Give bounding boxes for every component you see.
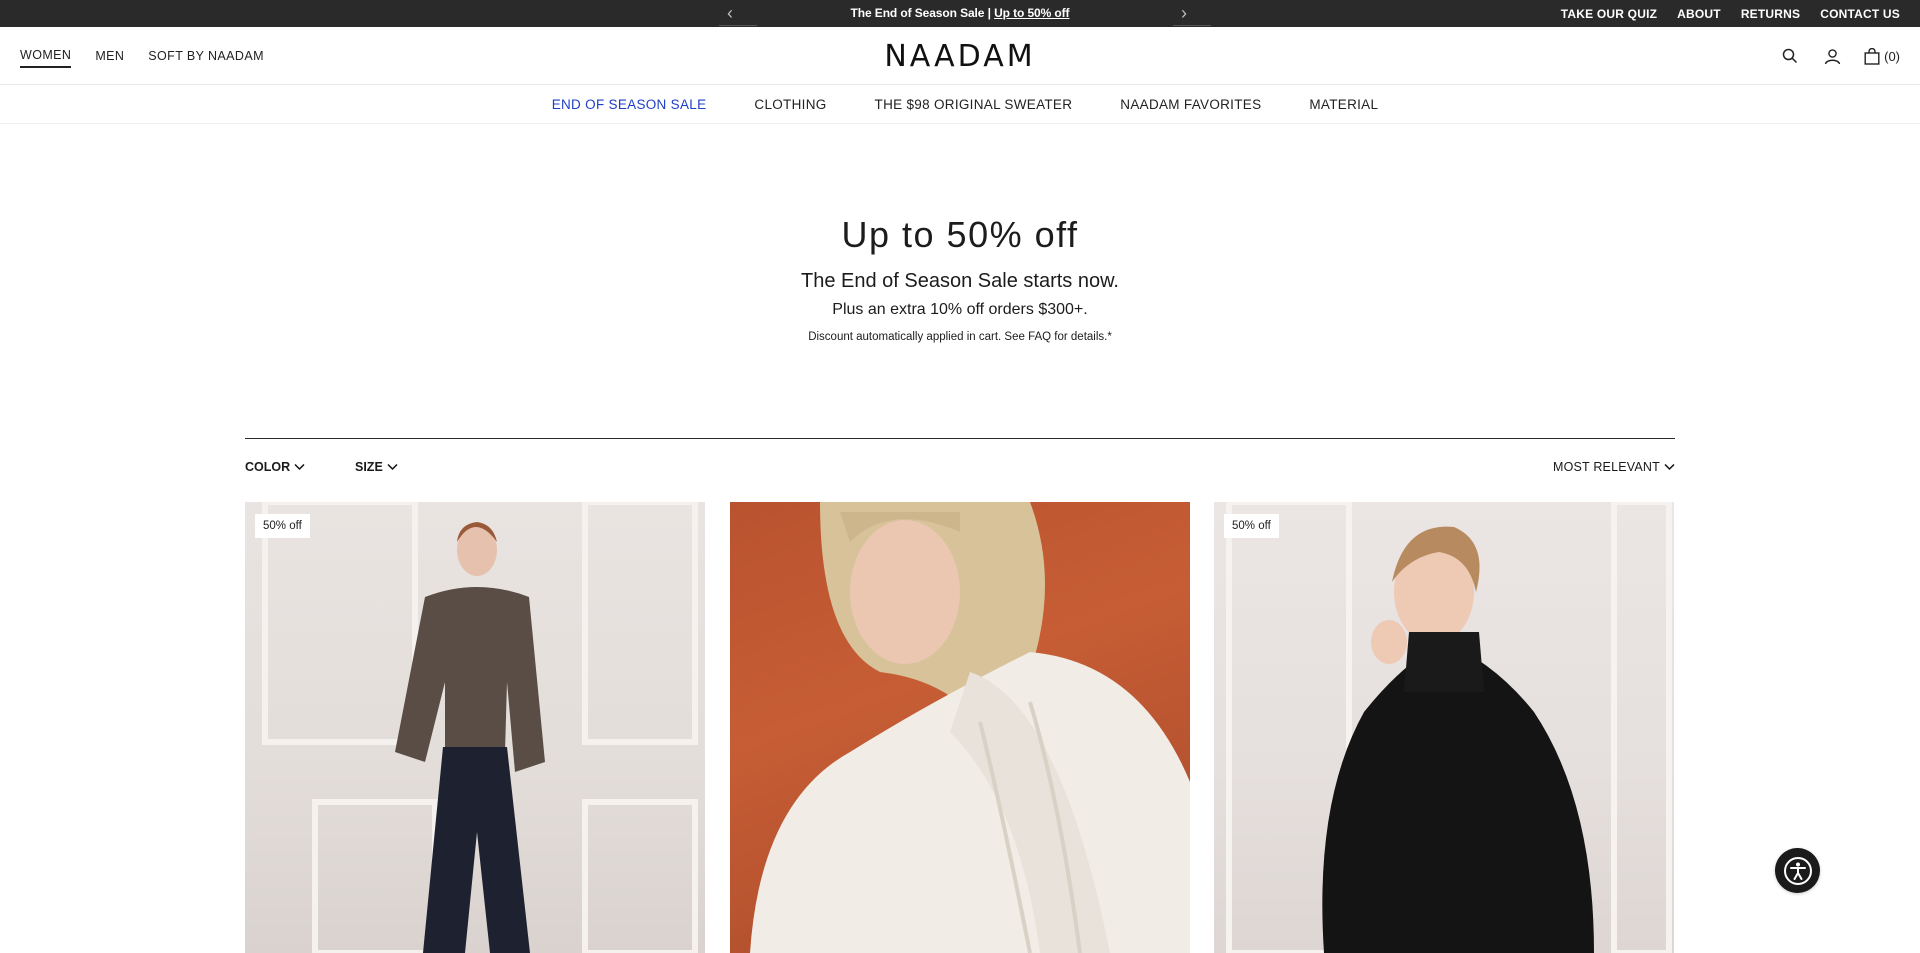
category-material[interactable]: MATERIAL	[1309, 97, 1378, 112]
utility-link-contact[interactable]: CONTACT US	[1820, 7, 1900, 21]
gender-nav-men[interactable]: MEN	[95, 49, 124, 67]
announcement-text: The End of Season Sale |	[850, 6, 991, 20]
header-icons: (0)	[1780, 27, 1900, 85]
hero-extra-offer: Plus an extra 10% off orders $300+.	[832, 301, 1088, 318]
utility-link-returns[interactable]: RETURNS	[1741, 7, 1800, 21]
gender-nav: WOMEN MEN SOFT BY NAADAM	[20, 27, 264, 85]
chevron-down-icon	[294, 463, 305, 471]
sort-label: MOST RELEVANT	[1552, 460, 1660, 474]
product-image	[1226, 502, 1672, 953]
bag-icon	[1864, 47, 1880, 65]
category-original-sweater[interactable]: THE $98 ORIGINAL SWEATER	[875, 97, 1073, 112]
size-filter[interactable]: SIZE	[355, 460, 398, 474]
utility-link-about[interactable]: ABOUT	[1677, 7, 1721, 21]
color-filter[interactable]: COLOR	[245, 460, 305, 474]
product-grid: 50% off 50% off	[245, 502, 1675, 953]
announcement-prev-arrow[interactable]: ‹	[719, 0, 757, 27]
gender-nav-women[interactable]: WOMEN	[20, 48, 72, 68]
search-icon[interactable]	[1780, 46, 1800, 66]
hero-title: Up to 50% off	[841, 214, 1079, 255]
hero-note: Discount automatically applied in cart. …	[808, 331, 1112, 343]
category-nav: END OF SEASON SALE CLOTHING THE $98 ORIG…	[0, 86, 1920, 124]
cart-button[interactable]: (0)	[1864, 47, 1900, 65]
filter-bar: COLOR SIZE MOST RELEVANT	[245, 460, 1675, 482]
site-logo[interactable]: NAADAM	[884, 39, 1035, 74]
color-filter-label: COLOR	[245, 460, 291, 474]
product-image	[750, 502, 1190, 953]
site-logo-wrap: NAADAM	[0, 39, 1920, 74]
product-image	[262, 502, 698, 953]
site-header: WOMEN MEN SOFT BY NAADAM NAADAM (0)	[0, 27, 1920, 85]
product-card[interactable]: 50% off	[1214, 502, 1674, 953]
account-icon[interactable]	[1822, 46, 1842, 66]
chevron-down-icon	[387, 463, 398, 471]
gender-nav-soft[interactable]: SOFT BY NAADAM	[148, 49, 264, 67]
utility-nav: TAKE OUR QUIZ ABOUT RETURNS CONTACT US	[1561, 0, 1900, 27]
category-naadam-favorites[interactable]: NAADAM FAVORITES	[1120, 97, 1261, 112]
sale-hero: Up to 50% off The End of Season Sale sta…	[0, 210, 1920, 343]
announcement-next-arrow[interactable]: ›	[1173, 0, 1211, 27]
accessibility-button[interactable]	[1775, 848, 1820, 893]
category-clothing[interactable]: CLOTHING	[754, 97, 826, 112]
product-card[interactable]: 50% off	[245, 502, 705, 953]
accessibility-icon	[1783, 856, 1813, 886]
sort-dropdown[interactable]: MOST RELEVANT	[1553, 460, 1675, 474]
hero-subtitle: The End of Season Sale starts now.	[801, 270, 1119, 292]
utility-link-quiz[interactable]: TAKE OUR QUIZ	[1561, 7, 1657, 21]
discount-badge: 50% off	[1224, 514, 1279, 538]
cart-count: (0)	[1884, 48, 1900, 64]
product-card[interactable]	[730, 502, 1190, 953]
size-filter-label: SIZE	[355, 460, 383, 474]
announcement-link[interactable]: Up to 50% off	[994, 6, 1069, 20]
category-end-of-season-sale[interactable]: END OF SEASON SALE	[552, 97, 707, 112]
filter-divider	[245, 438, 1675, 439]
discount-badge: 50% off	[255, 514, 310, 538]
chevron-down-icon	[1664, 463, 1675, 471]
announcement-bar: ‹ The End of Season Sale | Up to 50% off…	[0, 0, 1920, 27]
